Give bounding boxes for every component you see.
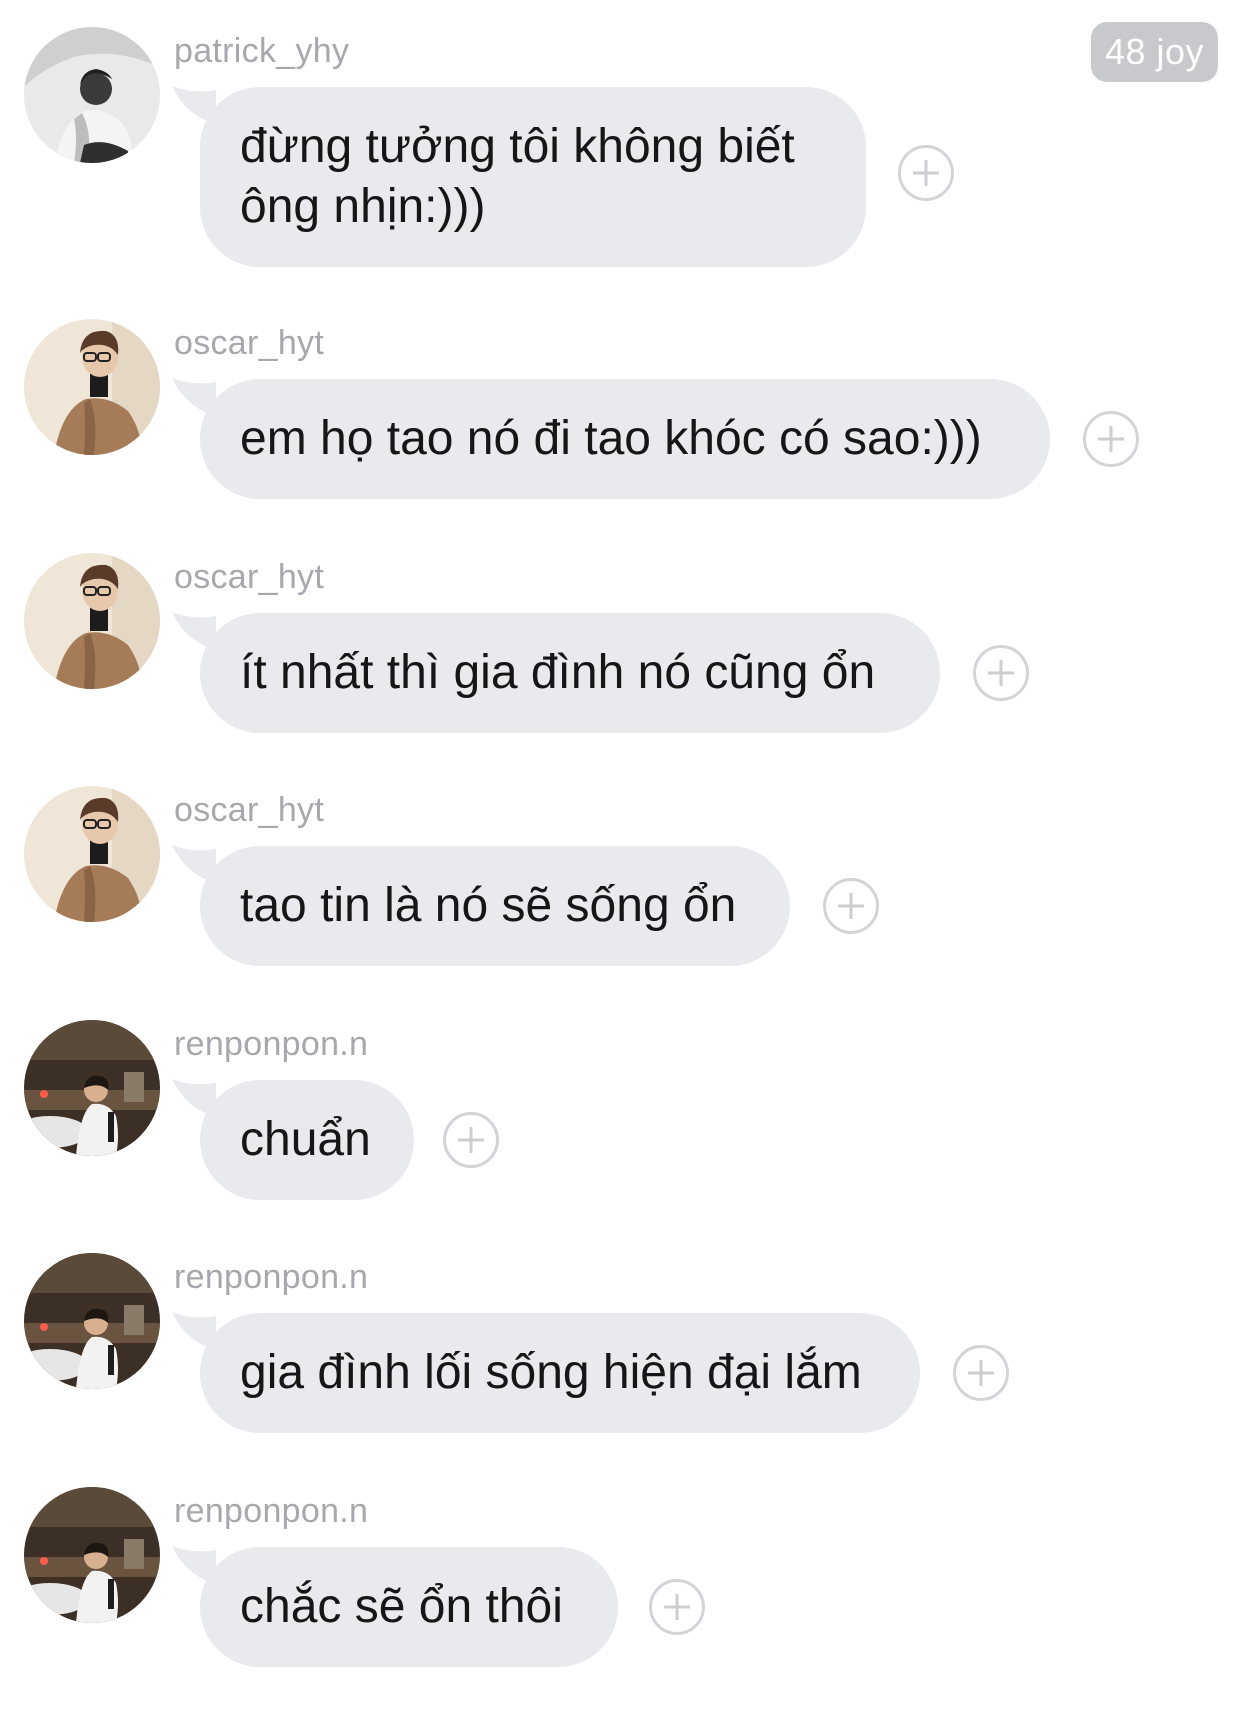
user-avatar[interactable]: [24, 319, 160, 455]
message-bubble[interactable]: em họ tao nó đi tao khóc có sao:))): [200, 379, 1050, 499]
renponpon-avatar-image: [24, 1487, 160, 1623]
message-bubble[interactable]: gia đình lối sống hiện đại lắm: [200, 1313, 920, 1433]
add-reaction-button[interactable]: [443, 1112, 499, 1168]
add-reaction-button[interactable]: [953, 1345, 1009, 1401]
message-bubble[interactable]: ít nhất thì gia đình nó cũng ổn: [200, 613, 940, 733]
message-username[interactable]: renponpon.n: [174, 1257, 368, 1297]
user-avatar[interactable]: [24, 1253, 160, 1389]
message-username[interactable]: oscar_hyt: [174, 323, 324, 363]
reaction-count-badge[interactable]: 48 joy: [1091, 22, 1218, 82]
message-bubble[interactable]: chuẩn: [200, 1080, 414, 1200]
message-username[interactable]: oscar_hyt: [174, 790, 324, 830]
message-bubble[interactable]: tao tin là nó sẽ sống ổn: [200, 846, 790, 966]
user-avatar[interactable]: [24, 786, 160, 922]
user-avatar[interactable]: [24, 1020, 160, 1156]
renponpon-avatar-image: [24, 1253, 160, 1389]
add-reaction-button[interactable]: [1083, 411, 1139, 467]
user-avatar[interactable]: [24, 27, 160, 163]
oscar-avatar-image: [24, 319, 160, 455]
user-avatar[interactable]: [24, 1487, 160, 1623]
message-bubble[interactable]: đừng tưởng tôi không biết ông nhịn:))): [200, 87, 866, 267]
add-reaction-button[interactable]: [898, 145, 954, 201]
message-bubble[interactable]: chắc sẽ ổn thôi: [200, 1547, 618, 1667]
add-reaction-button[interactable]: [823, 878, 879, 934]
patrick-avatar-image: [24, 27, 160, 163]
add-reaction-button[interactable]: [973, 645, 1029, 701]
message-username[interactable]: renponpon.n: [174, 1024, 368, 1064]
message-username[interactable]: oscar_hyt: [174, 557, 324, 597]
message-username[interactable]: patrick_yhy: [174, 31, 349, 71]
message-username[interactable]: renponpon.n: [174, 1491, 368, 1531]
user-avatar[interactable]: [24, 553, 160, 689]
oscar-avatar-image: [24, 786, 160, 922]
oscar-avatar-image: [24, 553, 160, 689]
renponpon-avatar-image: [24, 1020, 160, 1156]
add-reaction-button[interactable]: [649, 1579, 705, 1635]
